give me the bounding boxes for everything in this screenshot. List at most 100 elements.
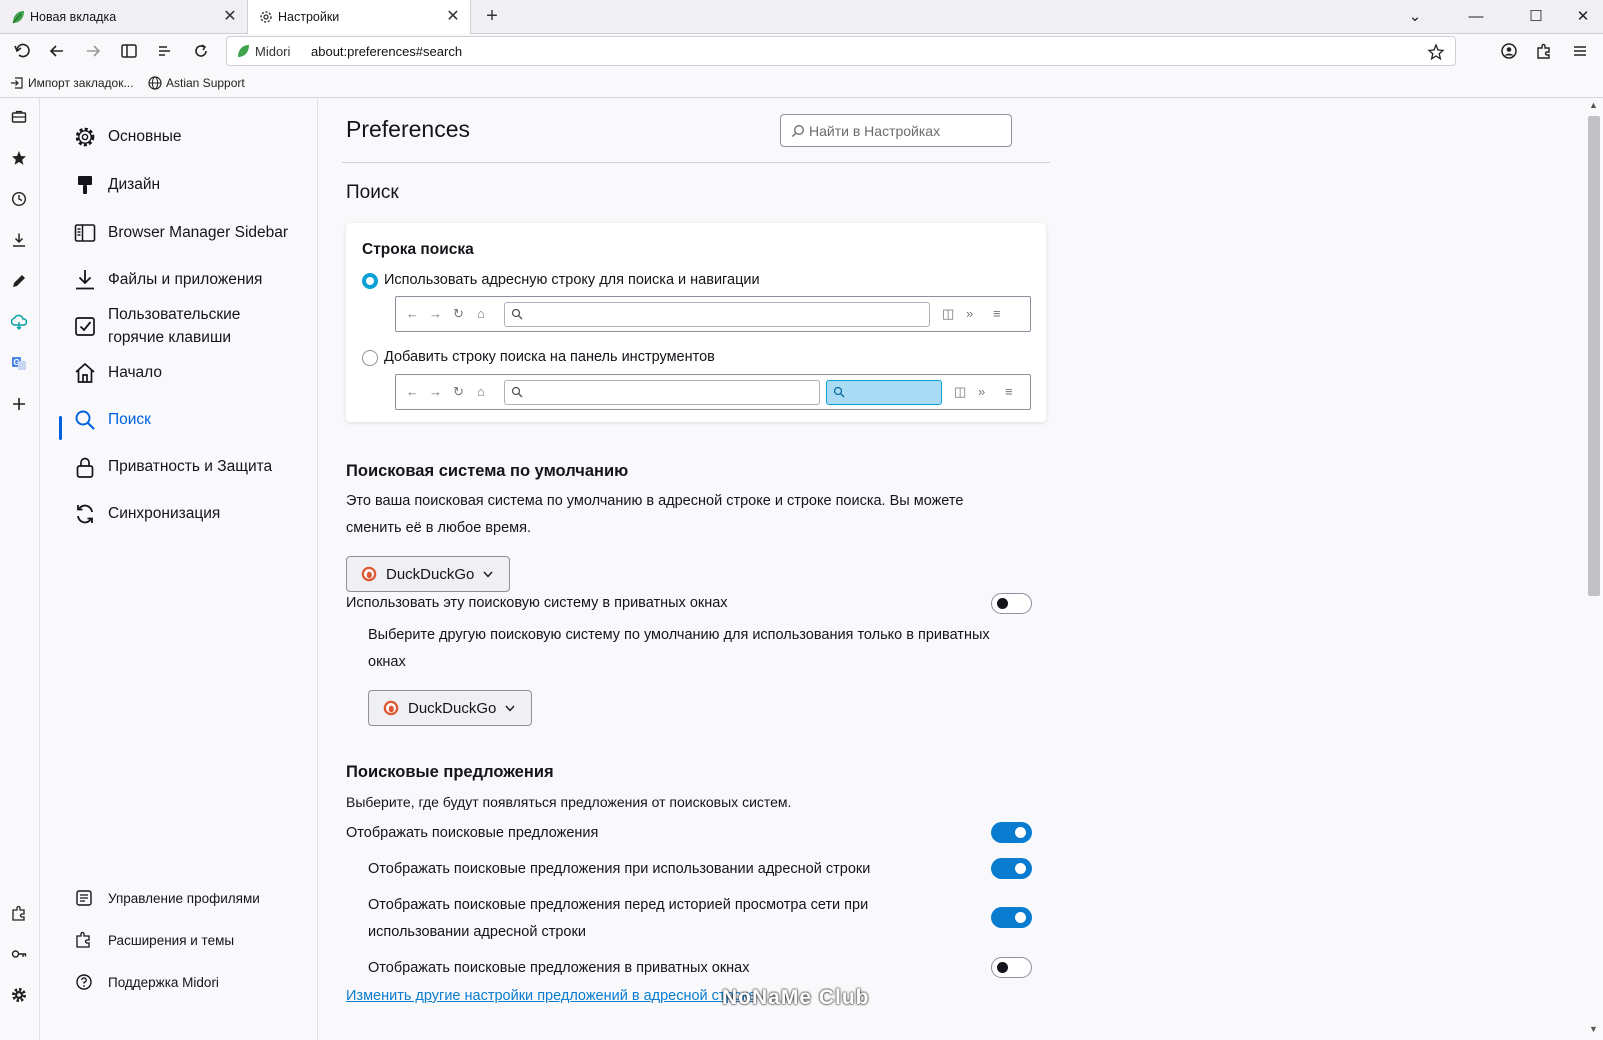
page-title: Preferences: [346, 116, 471, 142]
radio-label: Использовать адресную строку для поиска …: [384, 272, 760, 288]
link-manage-profiles[interactable]: Управление профилями: [74, 888, 260, 908]
undo-close-tab-icon[interactable]: [10, 39, 34, 63]
maximize-button[interactable]: ☐: [1523, 4, 1549, 30]
sidebar-icon: [72, 220, 98, 246]
bookmark-label: Astian Support: [166, 76, 245, 90]
radio-use-address-bar[interactable]: [362, 273, 378, 289]
reading-list-icon[interactable]: [153, 39, 177, 63]
close-icon[interactable]: ✕: [221, 8, 239, 26]
search-icon: [511, 308, 523, 320]
puzzle-icon: [74, 930, 94, 950]
extensions-icon[interactable]: [1532, 39, 1556, 63]
history-clock-icon[interactable]: [8, 188, 30, 210]
section-title: Поиск: [346, 182, 399, 203]
preview-url-field: [504, 380, 820, 405]
category-general[interactable]: Основные: [72, 124, 182, 150]
suggestion-toggle-label: Отображать поисковые предложения: [346, 825, 599, 841]
category-custom-hotkeys[interactable]: Пользовательские горячие клавиши: [72, 303, 278, 349]
private-engine-toggle[interactable]: [991, 593, 1032, 614]
tab-new-tab[interactable]: Новая вкладка ✕: [0, 0, 248, 34]
category-label: Файлы и приложения: [108, 271, 263, 288]
extensions-icon[interactable]: [8, 902, 30, 924]
preferences-category-nav: Основные Дизайн Browser Manager Sidebar …: [40, 98, 318, 1040]
scroll-up-icon[interactable]: ▲: [1589, 100, 1598, 110]
menu-icon: ≡: [993, 306, 1001, 321]
bookmark-import[interactable]: Импорт закладок...: [10, 76, 133, 90]
category-design[interactable]: Дизайн: [72, 172, 160, 198]
downloads-icon[interactable]: [8, 229, 30, 251]
default-engine-select[interactable]: DuckDuckGo: [346, 556, 510, 592]
new-tab-button[interactable]: +: [481, 6, 503, 28]
scroll-down-icon[interactable]: ▼: [1589, 1024, 1598, 1034]
suggestions-address-bar-toggle[interactable]: [991, 858, 1032, 879]
category-search[interactable]: Поиск: [72, 407, 151, 433]
tab-title: Новая вкладка: [30, 10, 117, 24]
close-icon[interactable]: ✕: [444, 8, 462, 26]
link-midori-support[interactable]: Поддержка Midori: [74, 972, 219, 992]
suggestions-private-toggle[interactable]: [991, 957, 1032, 978]
forward-icon[interactable]: [81, 39, 105, 63]
minimize-button[interactable]: —: [1463, 4, 1489, 30]
midori-leaf-icon: [12, 11, 24, 24]
category-files-and-apps[interactable]: Файлы и приложения: [72, 267, 262, 293]
default-engine-description: Это ваша поисковая система по умолчанию …: [346, 488, 963, 542]
cloud-sync-icon[interactable]: [8, 311, 30, 333]
bookmark-astian-support[interactable]: Astian Support: [148, 76, 245, 90]
bookmarks-star-icon[interactable]: [8, 147, 30, 169]
tab-title: Настройки: [278, 10, 340, 24]
radio-add-search-bar[interactable]: [362, 350, 378, 366]
gear-icon: [260, 11, 272, 23]
category-browser-manager-sidebar[interactable]: Browser Manager Sidebar: [72, 220, 288, 246]
tab-settings[interactable]: Настройки ✕: [248, 0, 471, 34]
site-identity-label: Midori: [255, 44, 291, 59]
preferences-main: Preferences Найти в Настройках Поиск Стр…: [318, 98, 1585, 1040]
tab-list-chevron-icon[interactable]: ⌄: [1402, 4, 1428, 30]
lock-icon: [72, 454, 98, 480]
translate-icon[interactable]: G: [8, 352, 30, 374]
link-extensions-themes[interactable]: Расширения и темы: [74, 930, 234, 950]
category-label: Основные: [108, 128, 182, 145]
search-placeholder: Найти в Настройках: [809, 123, 941, 139]
description-line: Это ваша поисковая система по умолчанию …: [346, 493, 964, 509]
checkbox-icon: [72, 313, 98, 339]
back-icon[interactable]: [45, 39, 69, 63]
settings-gear-icon[interactable]: [8, 984, 30, 1006]
bookmark-star-icon[interactable]: [1427, 43, 1445, 61]
category-privacy[interactable]: Приватность и Защита: [72, 454, 272, 480]
url-text[interactable]: about:preferences#search: [311, 44, 462, 59]
briefcase-icon[interactable]: [8, 106, 30, 128]
sync-icon: [72, 501, 98, 527]
key-icon[interactable]: [8, 943, 30, 965]
close-window-button[interactable]: ✕: [1570, 4, 1596, 30]
menu-icon[interactable]: [1568, 39, 1592, 63]
reload-icon[interactable]: [189, 39, 213, 63]
import-icon: [11, 77, 23, 89]
preferences-search-input[interactable]: Найти в Настройках: [780, 114, 1012, 147]
suggestions-before-history-toggle[interactable]: [991, 907, 1032, 928]
sidebar-toggle-icon[interactable]: [117, 39, 141, 63]
description-line: Выберите другую поисковую систему по умо…: [368, 627, 990, 643]
home-icon: ⌂: [477, 306, 485, 321]
preview-search-field: [826, 380, 942, 405]
forward-icon: →: [429, 306, 442, 321]
add-panel-icon[interactable]: [8, 393, 30, 415]
change-suggestion-settings-link[interactable]: Изменить другие настройки предложений в …: [346, 988, 756, 1004]
navigation-toolbar: Midori about:preferences#search: [0, 34, 1603, 68]
address-bar[interactable]: Midori about:preferences#search: [226, 36, 1456, 66]
divider: [342, 162, 1050, 163]
search-icon: [833, 386, 845, 398]
bookmark-label: Импорт закладок...: [28, 76, 134, 90]
scroll-thumb[interactable]: [1588, 116, 1600, 596]
account-icon[interactable]: [1497, 39, 1521, 63]
category-home[interactable]: Начало: [72, 360, 162, 386]
category-label: Пользовательские горячие клавиши: [108, 306, 241, 346]
pencil-icon[interactable]: [8, 270, 30, 292]
duckduckgo-icon: [383, 700, 399, 716]
category-sync[interactable]: Синхронизация: [72, 501, 220, 527]
page-scrollbar[interactable]: ▲ ▼: [1585, 98, 1603, 1040]
private-engine-select[interactable]: DuckDuckGo: [368, 690, 532, 726]
suggestion-toggle-label: Отображать поисковые предложения перед и…: [368, 892, 868, 946]
browser-manager-sidebar: G: [0, 98, 40, 1040]
toolbar-preview-address-bar: ← → ↻ ⌂ ◫ » ≡: [395, 296, 1031, 332]
suggestions-toggle[interactable]: [991, 822, 1032, 843]
